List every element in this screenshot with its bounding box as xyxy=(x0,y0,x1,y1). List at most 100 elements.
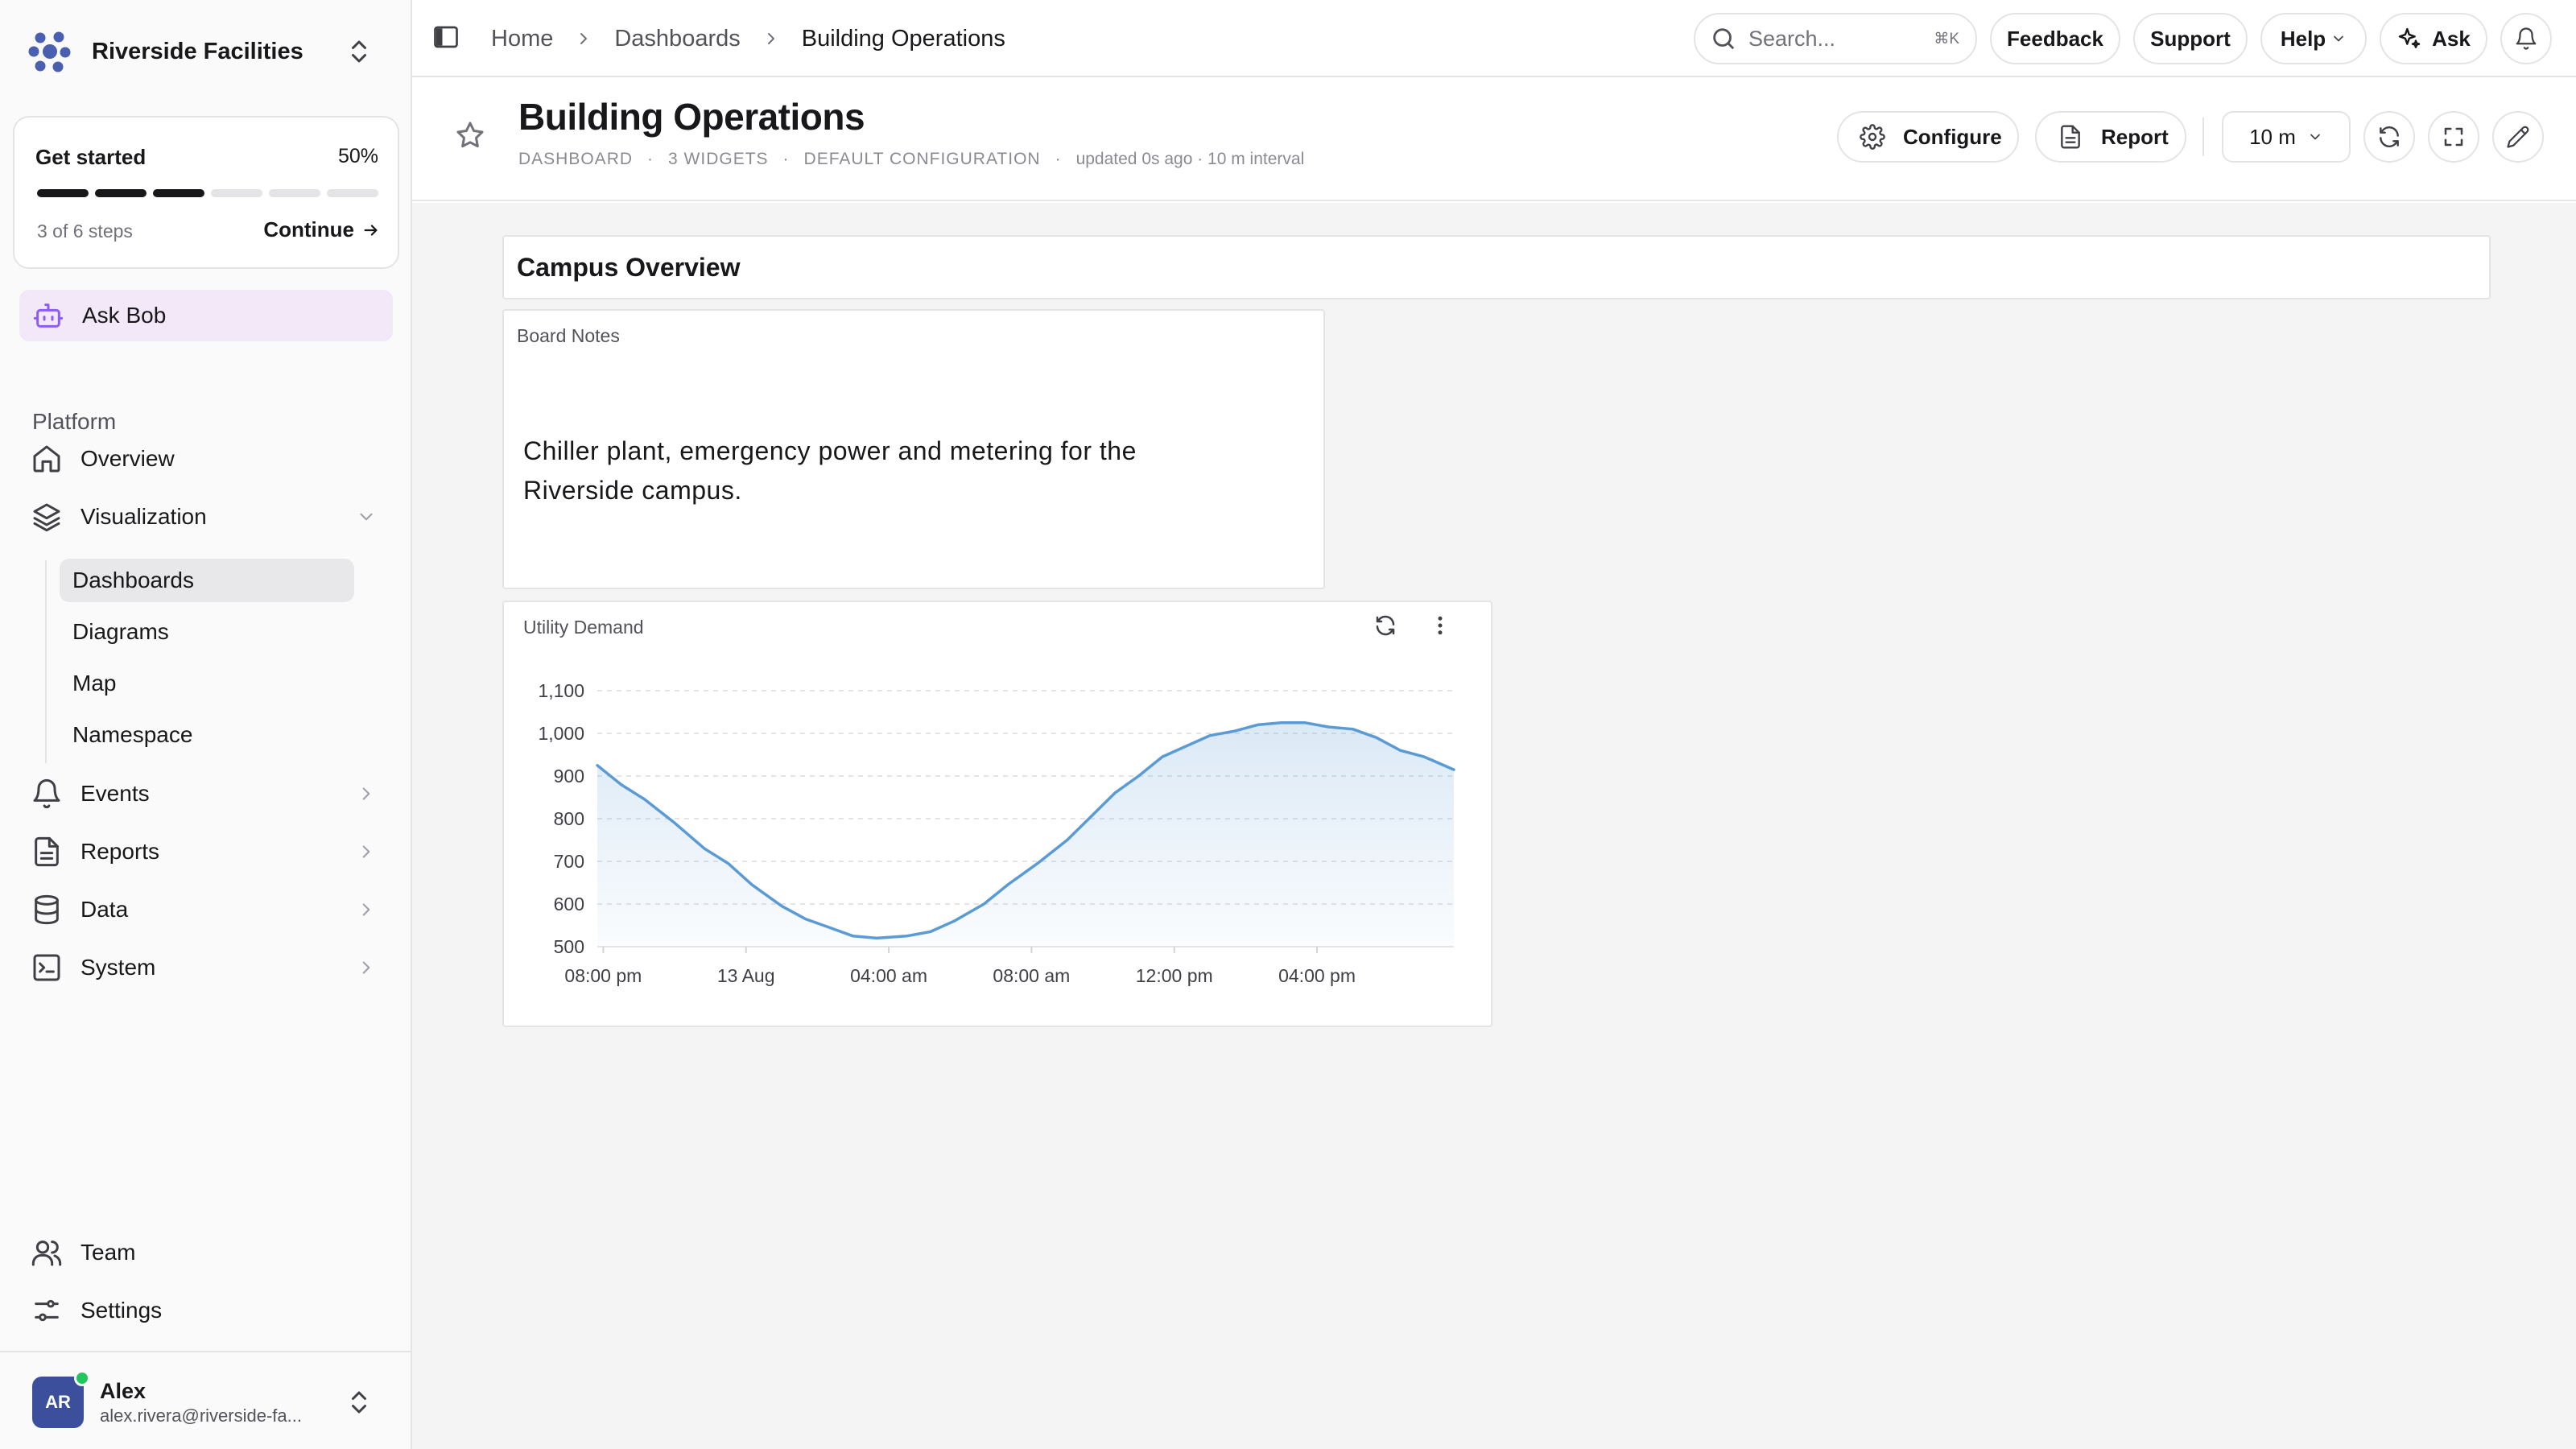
chevron-right-icon xyxy=(580,33,588,44)
chevron-right-icon xyxy=(362,787,370,800)
sidebar-item-system[interactable]: System xyxy=(19,942,393,993)
get-started-title: Get started xyxy=(35,145,147,169)
search-box[interactable]: ⌘K xyxy=(1694,13,1977,64)
sidebar-item-team[interactable]: Team xyxy=(19,1227,393,1278)
topbar: Home Dashboards Building Operations ⌘K F… xyxy=(412,0,2576,77)
subnav-guide-line xyxy=(45,560,47,763)
breadcrumb-home[interactable]: Home xyxy=(491,26,553,52)
help-button[interactable]: Help xyxy=(2260,13,2367,64)
ask-button[interactable]: Ask xyxy=(2380,13,2487,64)
series-area xyxy=(597,722,1454,947)
interval-select[interactable]: 10 m xyxy=(2222,111,2351,163)
sidebar-subitem-label: Map xyxy=(72,671,117,696)
x-tick-label: 08:00 pm xyxy=(564,965,642,986)
sidebar-subitem-diagrams[interactable]: Diagrams xyxy=(60,610,354,654)
y-tick-label: 600 xyxy=(554,894,584,914)
get-started-card: Get started 50% 3 of 6 steps Continue xyxy=(13,116,399,269)
nav-group-label: Platform xyxy=(32,409,117,434)
feedback-label: Feedback xyxy=(2007,26,2103,51)
progress-step xyxy=(327,189,378,197)
ask-bob-label: Ask Bob xyxy=(82,303,167,328)
database-icon xyxy=(35,894,59,925)
layers-icon xyxy=(33,503,60,532)
page-header: Building Operations DASHBOARD · 3 WIDGET… xyxy=(412,77,2576,201)
x-tick-label: 12:00 pm xyxy=(1136,965,1213,986)
section-header: Campus Overview xyxy=(502,235,2491,299)
y-tick-label: 800 xyxy=(554,808,584,829)
meta-type: DASHBOARD xyxy=(518,150,634,168)
file-icon xyxy=(35,836,59,867)
sidebar-item-data[interactable]: Data xyxy=(19,884,393,935)
notifications-button[interactable] xyxy=(2500,13,2552,64)
sidebar-toggle-icon[interactable] xyxy=(431,23,460,52)
widget-title: Utility Demand xyxy=(523,617,644,638)
sparkles-icon xyxy=(2398,27,2421,48)
edit-button[interactable] xyxy=(2492,111,2544,163)
progress-step xyxy=(95,189,147,197)
refresh-button[interactable] xyxy=(2363,111,2415,163)
bell-icon xyxy=(33,778,60,809)
progress-step xyxy=(37,189,89,197)
meta-widgets: 3 WIDGETS xyxy=(668,150,769,168)
y-tick-label: 1,000 xyxy=(538,723,584,744)
interval-value: 10 m xyxy=(2249,124,2296,149)
notes-body: Chiller plant, emergency power and meter… xyxy=(523,436,1137,505)
page-title: Building Operations xyxy=(518,96,865,138)
star-icon[interactable] xyxy=(454,119,486,151)
sidebar-subitem-label: Diagrams xyxy=(72,619,169,644)
sidebar-subitem-label: Dashboards xyxy=(72,568,194,592)
ask-bob-button[interactable]: Ask Bob xyxy=(19,290,393,341)
sidebar-item-label: System xyxy=(80,955,156,980)
continue-label: Continue xyxy=(263,217,354,242)
x-tick-label: 08:00 am xyxy=(993,965,1070,986)
feedback-button[interactable]: Feedback xyxy=(1990,13,2120,64)
search-shortcut: ⌘K xyxy=(1934,30,1959,47)
terminal-icon xyxy=(33,954,60,981)
meta-updated: updated 0s ago · 10 m interval xyxy=(1075,150,1305,168)
bell-icon xyxy=(2516,27,2537,50)
chart-widget: Utility Demand 500 600 700 800 900 1,000 1,100… xyxy=(502,601,1492,1027)
progress-step xyxy=(269,189,320,197)
progress-steps xyxy=(37,189,378,197)
series-line xyxy=(596,721,1455,940)
y-tick-label: 900 xyxy=(554,766,584,786)
sidebar-subitem-map[interactable]: Map xyxy=(60,662,354,705)
breadcrumb-dashboards[interactable]: Dashboards xyxy=(614,26,740,52)
configure-button[interactable]: Configure xyxy=(1837,111,2019,163)
sidebar-item-overview[interactable]: Overview xyxy=(19,433,393,485)
support-button[interactable]: Support xyxy=(2133,13,2248,64)
sidebar-subitem-dashboards[interactable]: Dashboards xyxy=(60,559,354,602)
arrow-right-icon xyxy=(364,224,378,236)
fullscreen-button[interactable] xyxy=(2428,111,2479,163)
sidebar-item-label: Visualization xyxy=(80,504,207,529)
sidebar-item-visualization[interactable]: Visualization xyxy=(19,491,393,543)
sidebar-item-settings[interactable]: Settings xyxy=(19,1285,393,1336)
report-button[interactable]: Report xyxy=(2035,111,2186,163)
meta-separator: · xyxy=(1055,150,1062,168)
utility-demand-chart: 500 600 700 800 900 1,000 1,100 08:00 pm 13 Aug 0… xyxy=(538,680,1455,986)
bot-icon xyxy=(33,303,64,328)
x-tick-label: 13 Aug xyxy=(717,965,775,986)
sidebar-item-reports[interactable]: Reports xyxy=(19,826,393,877)
notes-widget: Board Notes Chiller plant, emergency pow… xyxy=(502,309,1325,589)
breadcrumb-current: Building Operations xyxy=(801,25,1005,52)
user-menu[interactable]: AR Alex alex.rivera@riverside-fa... xyxy=(19,1370,390,1435)
widget-title: Board Notes xyxy=(517,325,620,346)
fullscreen-icon xyxy=(2444,127,2463,147)
refresh-icon[interactable] xyxy=(1373,613,1397,638)
avatar: AR xyxy=(32,1370,90,1428)
org-switcher[interactable]: Riverside Facilities xyxy=(19,23,390,80)
x-tick-label: 04:00 am xyxy=(850,965,927,986)
search-icon xyxy=(1713,28,1734,49)
sidebar-item-label: Events xyxy=(80,781,150,806)
get-started-steps: 3 of 6 steps xyxy=(37,221,133,242)
sidebar-subitem-namespace[interactable]: Namespace xyxy=(60,713,354,757)
user-name: Alex xyxy=(100,1378,147,1403)
continue-button[interactable]: Continue xyxy=(263,217,380,242)
chevron-down-icon xyxy=(2334,35,2344,42)
sidebar-item-events[interactable]: Events xyxy=(19,768,393,819)
search-input[interactable] xyxy=(1748,26,1909,52)
breadcrumb: Home Dashboards Building Operations xyxy=(491,0,1005,77)
refresh-icon xyxy=(2380,126,2399,147)
more-vertical-icon[interactable] xyxy=(1428,613,1452,638)
